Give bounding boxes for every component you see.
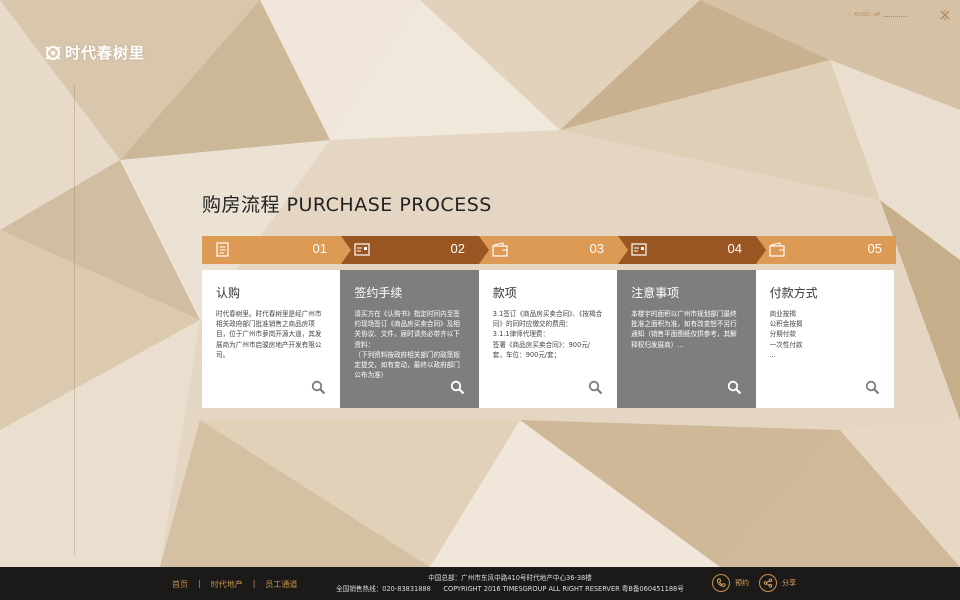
share-button[interactable]: 分享 (759, 574, 796, 592)
footer: 首页 | 时代地产 | 员工通道 中国总部：广州市东风中路410号时代地产中心3… (0, 567, 960, 600)
music-label: MUSIC: off (854, 12, 880, 18)
page-title: 购房流程 PURCHASE PROCESS (202, 194, 492, 216)
search-icon[interactable] (865, 380, 880, 395)
search-icon[interactable] (311, 380, 326, 395)
step-number: 05 (867, 241, 882, 256)
step-tab-5[interactable]: 05 (756, 236, 896, 264)
card-body: 时代春树里。时代春树里是经广州市相关政府部门批准销售之商品房项目，位于广州市萝岗… (216, 310, 322, 359)
footer-nav: 首页 | 时代地产 | 员工通道 (172, 579, 297, 590)
step-card-2: 签约手续 请买方在《认购书》指定时间内至签约现场签订《商品房买卖合同》及相关协议… (340, 270, 479, 408)
step-tab-4[interactable]: 04 (618, 236, 756, 264)
step-card-4: 注意事项 本楼宇的面积以广州市规划部门最终批准之面积为准，如有改变恕不另行通知（… (617, 270, 756, 408)
steps-bar: 01 02 03 04 05 (202, 236, 896, 264)
reserve-button[interactable]: 预约 (712, 574, 749, 592)
footer-hotline: 全国销售热线：020-83831888 COPYRIGHT 2016 TIMES… (336, 585, 684, 593)
footer-link-times[interactable]: 时代地产 (211, 579, 243, 590)
card-body: 请买方在《认购书》指定时间内至签约现场签订《商品房买卖合同》及相关协议、文件，届… (354, 310, 460, 380)
card-body: 本楼宇的面积以广州市规划部门最终批准之面积为准，如有改变恕不另行通知（销售平面图… (631, 310, 737, 349)
footer-link-staff[interactable]: 员工通道 (265, 579, 297, 590)
logo-mark-icon (45, 45, 61, 60)
decorative-line (74, 85, 75, 555)
step-cards: 认购 时代春树里。时代春树里是经广州市相关政府部门批准销售之商品房项目，位于广州… (202, 270, 894, 408)
step-tab-3[interactable]: 03 (479, 236, 618, 264)
document-icon (216, 242, 229, 257)
step-tab-1[interactable]: 01 (202, 236, 341, 264)
phone-icon (712, 574, 730, 592)
music-dots (884, 14, 908, 17)
footer-address: 中国总部：广州市东风中路410号时代地产中心36-38楼 (428, 574, 592, 582)
step-card-1: 认购 时代春树里。时代春树里是经广州市相关政府部门批准销售之商品房项目，位于广州… (202, 270, 341, 408)
music-toggle[interactable]: | MUSIC: off (848, 12, 908, 18)
card-body: 商业按揭 公积金按揭 分期付款 一次性付款 ... (769, 310, 803, 359)
card-title: 付款方式 (769, 286, 818, 300)
card-title: 款项 (492, 286, 517, 300)
card-title: 注意事项 (631, 286, 680, 300)
footer-link-home[interactable]: 首页 (172, 579, 188, 590)
step-number: 03 (589, 241, 604, 256)
step-number: 02 (450, 241, 465, 256)
footer-divider: | (252, 579, 256, 588)
card-icon (354, 243, 370, 256)
card-title: 认购 (216, 286, 241, 300)
search-icon[interactable] (588, 380, 603, 395)
footer-info: 中国总部：广州市东风中路410号时代地产中心36-38楼 全国销售热线：020-… (330, 573, 690, 595)
card-body: 3.1签订《商品房买卖合同》、《按揭合同》的同时应缴交的费用： 3.1.1律师代… (492, 310, 603, 359)
step-card-5: 付款方式 商业按揭 公积金按揭 分期付款 一次性付款 ... (755, 270, 894, 408)
music-divider: | (848, 12, 851, 18)
step-arrow (341, 236, 351, 264)
card-icon (631, 243, 647, 256)
step-number: 01 (312, 241, 327, 256)
reserve-label: 预约 (735, 579, 749, 587)
card-title: 签约手续 (354, 286, 403, 300)
wallet-icon (492, 242, 508, 257)
share-icon (759, 574, 777, 592)
close-icon[interactable] (940, 10, 950, 20)
step-arrow (618, 236, 628, 264)
step-arrow (756, 236, 766, 264)
step-card-3: 款项 3.1签订《商品房买卖合同》、《按揭合同》的同时应缴交的费用： 3.1.1… (478, 270, 618, 408)
search-icon[interactable] (450, 380, 465, 395)
logo-text: 时代春树里 (65, 44, 146, 62)
brand-logo[interactable]: 时代春树里 (44, 42, 145, 63)
footer-divider: | (198, 579, 201, 588)
step-number: 04 (727, 241, 742, 256)
step-arrow (479, 236, 489, 264)
wallet-icon (769, 242, 785, 257)
search-icon[interactable] (727, 380, 742, 395)
step-tab-2[interactable]: 02 (341, 236, 479, 264)
share-label: 分享 (782, 579, 796, 587)
